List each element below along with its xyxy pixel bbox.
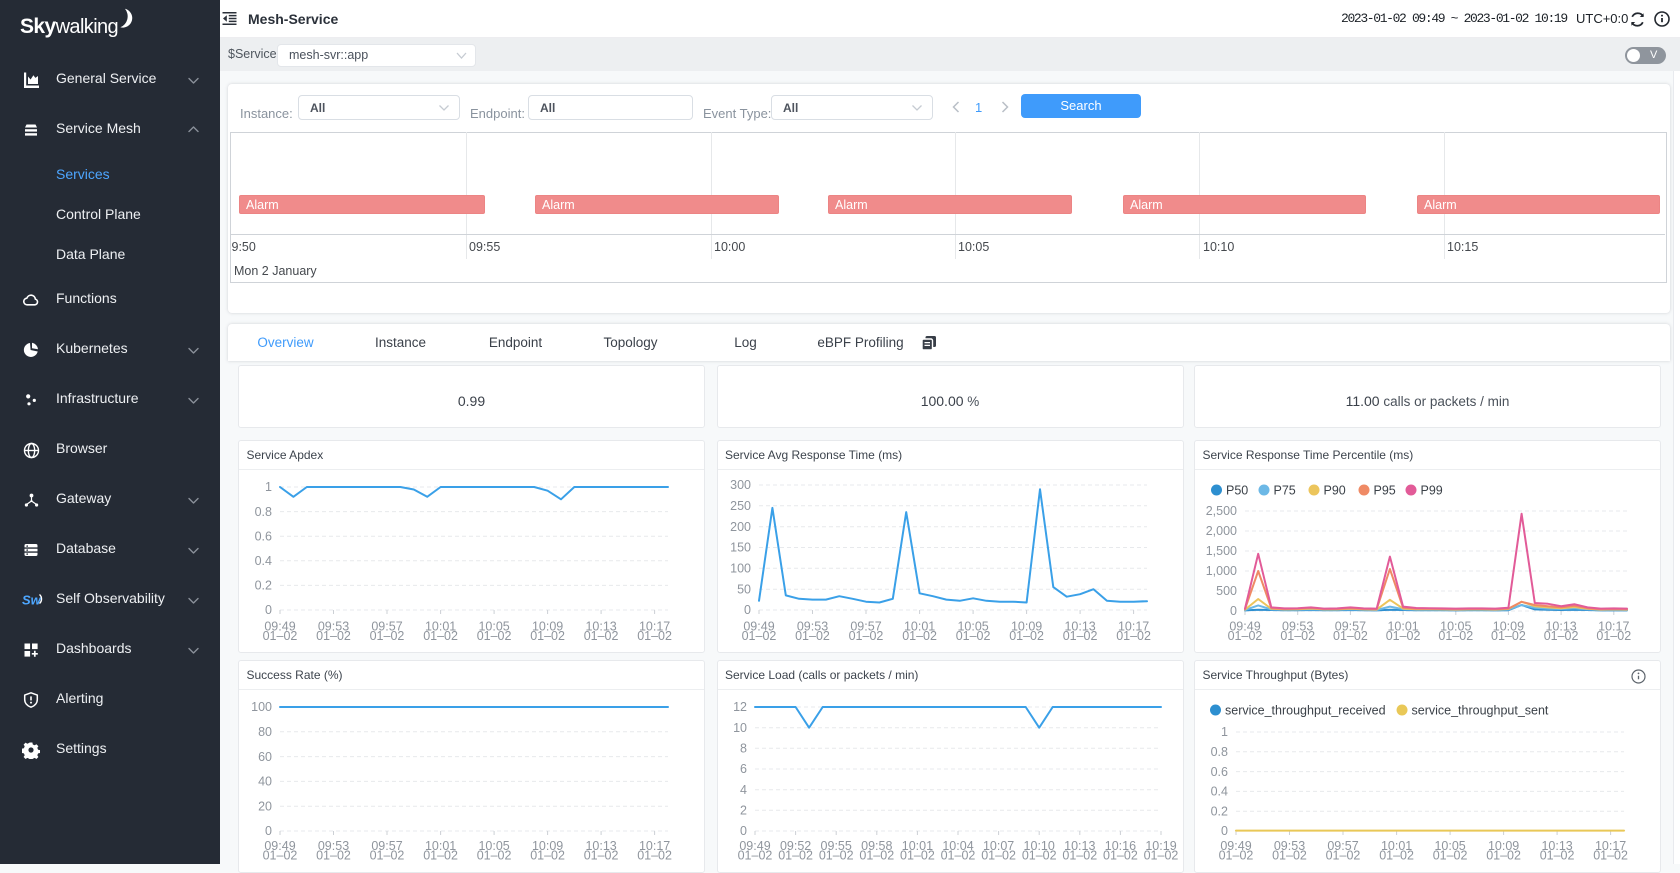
svg-text:01–02: 01–02	[900, 849, 935, 863]
svg-text:01–02: 01–02	[584, 849, 619, 863]
svg-text:40: 40	[258, 775, 272, 789]
svg-text:1: 1	[1221, 725, 1228, 739]
svg-text:01–02: 01–02	[818, 849, 853, 863]
svg-text:100: 100	[730, 562, 751, 576]
svg-text:2,000: 2,000	[1206, 524, 1237, 538]
svg-text:01–02: 01–02	[263, 849, 298, 863]
svg-text:01–02: 01–02	[1596, 629, 1631, 643]
svg-text:0.8: 0.8	[255, 505, 272, 519]
svg-text:80: 80	[258, 725, 272, 739]
svg-text:0.8: 0.8	[1211, 745, 1228, 759]
svg-text:10: 10	[733, 721, 747, 735]
svg-text:01–02: 01–02	[316, 849, 351, 863]
svg-text:01–02: 01–02	[637, 629, 672, 643]
svg-text:250: 250	[730, 499, 751, 513]
svg-text:P95: P95	[1374, 483, 1396, 497]
svg-text:01–02: 01–02	[1116, 629, 1151, 643]
svg-text:01–02: 01–02	[1593, 849, 1628, 863]
svg-text:service_throughput_sent: service_throughput_sent	[1412, 703, 1549, 717]
svg-text:01–02: 01–02	[316, 629, 351, 643]
svg-text:20: 20	[258, 799, 272, 813]
svg-text:01–02: 01–02	[1486, 849, 1521, 863]
svg-text:01–02: 01–02	[370, 849, 405, 863]
svg-text:P50: P50	[1226, 483, 1248, 497]
svg-text:500: 500	[1216, 584, 1237, 598]
svg-text:2: 2	[740, 804, 747, 818]
svg-text:01–02: 01–02	[1333, 629, 1368, 643]
svg-text:01–02: 01–02	[859, 849, 894, 863]
svg-text:1,500: 1,500	[1206, 544, 1237, 558]
svg-text:12: 12	[733, 700, 747, 714]
svg-text:01–02: 01–02	[1062, 849, 1097, 863]
svg-text:P75: P75	[1274, 483, 1296, 497]
svg-text:0: 0	[1230, 604, 1237, 618]
svg-text:01–02: 01–02	[940, 849, 975, 863]
svg-text:01–02: 01–02	[848, 629, 883, 643]
svg-text:0.2: 0.2	[1211, 804, 1228, 818]
svg-text:01–02: 01–02	[1438, 629, 1473, 643]
svg-text:01–02: 01–02	[370, 629, 405, 643]
svg-text:01–02: 01–02	[1379, 849, 1414, 863]
svg-text:01–02: 01–02	[1433, 849, 1468, 863]
svg-text:01–02: 01–02	[737, 849, 772, 863]
svg-text:50: 50	[737, 582, 751, 596]
svg-text:01–02: 01–02	[423, 629, 458, 643]
svg-text:01–02: 01–02	[1280, 629, 1315, 643]
svg-text:01–02: 01–02	[263, 629, 298, 643]
svg-text:01–02: 01–02	[981, 849, 1016, 863]
svg-text:1,000: 1,000	[1206, 564, 1237, 578]
svg-text:01–02: 01–02	[778, 849, 813, 863]
svg-text:60: 60	[258, 750, 272, 764]
svg-text:0: 0	[265, 603, 272, 617]
svg-text:8: 8	[740, 742, 747, 756]
svg-text:01–02: 01–02	[1062, 629, 1097, 643]
svg-text:01–02: 01–02	[1021, 849, 1056, 863]
svg-text:01–02: 01–02	[795, 629, 830, 643]
svg-text:6: 6	[740, 762, 747, 776]
svg-text:1: 1	[265, 480, 272, 494]
svg-text:01–02: 01–02	[1540, 849, 1575, 863]
svg-text:0.6: 0.6	[255, 529, 272, 543]
svg-text:Sw: Sw	[22, 593, 42, 608]
svg-text:01–02: 01–02	[477, 849, 512, 863]
svg-text:0.6: 0.6	[1211, 765, 1228, 779]
svg-text:01–02: 01–02	[423, 849, 458, 863]
svg-text:01–02: 01–02	[1228, 629, 1263, 643]
svg-text:2,500: 2,500	[1206, 504, 1237, 518]
svg-text:01–02: 01–02	[1544, 629, 1579, 643]
svg-text:01–02: 01–02	[902, 629, 937, 643]
svg-text:01–02: 01–02	[1272, 849, 1307, 863]
svg-text:0.2: 0.2	[255, 579, 272, 593]
svg-text:service_throughput_received: service_throughput_received	[1225, 703, 1386, 717]
svg-text:01–02: 01–02	[741, 629, 776, 643]
svg-text:200: 200	[730, 520, 751, 534]
svg-text:0: 0	[744, 603, 751, 617]
svg-text:01–02: 01–02	[1386, 629, 1421, 643]
svg-text:01–02: 01–02	[584, 629, 619, 643]
svg-text:300: 300	[730, 478, 751, 492]
svg-text:4: 4	[740, 783, 747, 797]
svg-text:01–02: 01–02	[1103, 849, 1138, 863]
svg-text:0: 0	[740, 824, 747, 838]
svg-text:0: 0	[1221, 824, 1228, 838]
svg-text:0.4: 0.4	[255, 554, 272, 568]
svg-text:01–02: 01–02	[1143, 849, 1178, 863]
svg-text:0: 0	[265, 824, 272, 838]
svg-text:01–02: 01–02	[1009, 629, 1044, 643]
svg-text:01–02: 01–02	[530, 849, 565, 863]
svg-text:01–02: 01–02	[1219, 849, 1254, 863]
svg-text:P90: P90	[1324, 483, 1346, 497]
svg-text:01–02: 01–02	[637, 849, 672, 863]
svg-text:150: 150	[730, 541, 751, 555]
svg-text:01–02: 01–02	[1326, 849, 1361, 863]
svg-text:01–02: 01–02	[477, 629, 512, 643]
svg-text:01–02: 01–02	[530, 629, 565, 643]
svg-text:100: 100	[251, 700, 272, 714]
svg-text:01–02: 01–02	[955, 629, 990, 643]
svg-text:01–02: 01–02	[1491, 629, 1526, 643]
svg-text:P99: P99	[1421, 483, 1443, 497]
svg-text:0.4: 0.4	[1211, 785, 1228, 799]
